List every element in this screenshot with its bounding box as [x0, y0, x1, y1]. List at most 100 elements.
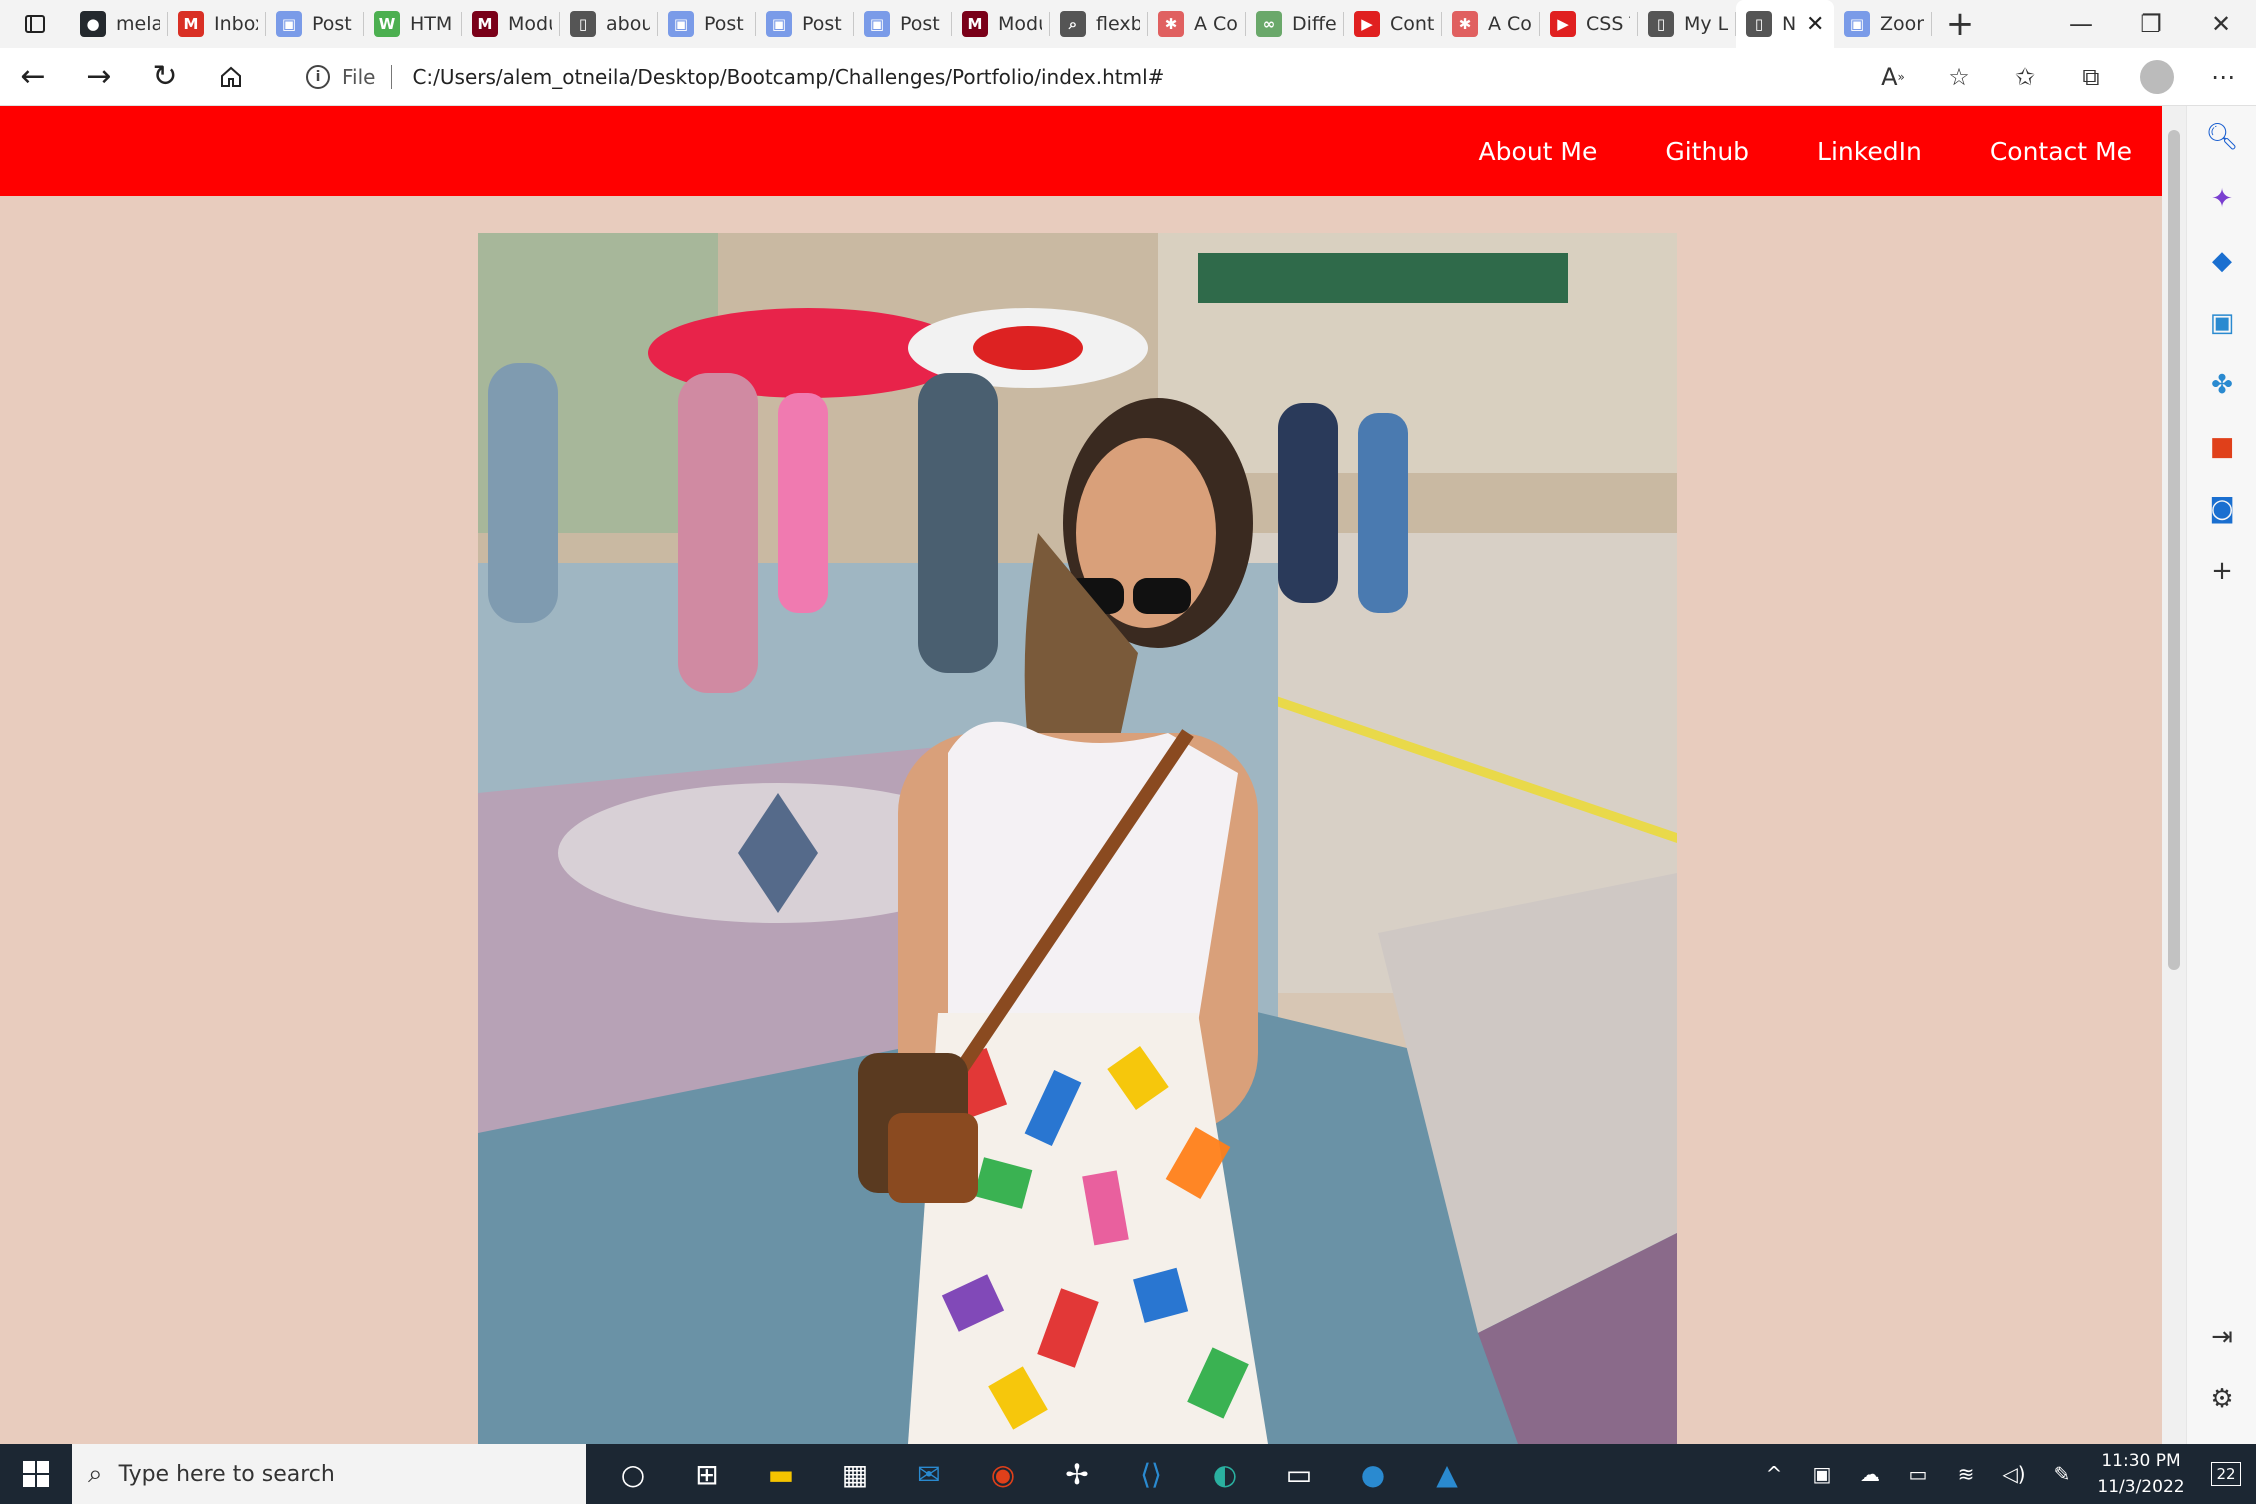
file-explorer-icon[interactable]: ▬: [744, 1444, 818, 1504]
copilot-icon[interactable]: ✦: [2187, 168, 2256, 230]
read-aloud-icon[interactable]: A»: [1860, 48, 1926, 106]
onedrive-icon[interactable]: ☁: [1846, 1444, 1894, 1504]
games-icon[interactable]: ✤: [2187, 354, 2256, 416]
meet-now-icon[interactable]: ▣: [1798, 1444, 1846, 1504]
notification-count: 22: [2211, 1462, 2241, 1486]
minimize-button[interactable]: —: [2046, 0, 2116, 48]
page-scrollbar[interactable]: [2162, 106, 2186, 1444]
close-window-button[interactable]: ✕: [2186, 0, 2256, 48]
add-sidebar-app-icon[interactable]: +: [2187, 540, 2256, 602]
tools-icon[interactable]: ▣: [2187, 292, 2256, 354]
battery-icon[interactable]: ▭: [1894, 1444, 1942, 1504]
photos-icon[interactable]: ▲: [1410, 1444, 1484, 1504]
zoom-icon: ▣: [1844, 11, 1870, 37]
shopping-icon[interactable]: ◆: [2187, 230, 2256, 292]
more-menu-icon[interactable]: ⋯: [2190, 48, 2256, 106]
volume-icon[interactable]: ◁): [1990, 1444, 2038, 1504]
link-icon: ∞: [1256, 11, 1282, 37]
system-tray: ^ ▣ ☁ ▭ ≋ ◁) ✎ 11:30 PM 11/3/2022 22: [1750, 1444, 2256, 1504]
browser-tab[interactable]: ▣ Zoon: [1834, 0, 1932, 48]
toolbar-right: A» ☆ ✩ ⧉ ⋯: [1860, 48, 2256, 106]
browser-tab[interactable]: ∞ Differ: [1246, 0, 1344, 48]
tab-strip: ● mela M Inbox ▣ Post W HTM M Modu ▯ abou ▣ Post ▣ Post…: [0, 0, 2256, 48]
home-button[interactable]: [198, 48, 264, 106]
site-nav: About Me Github LinkedIn Contact Me: [0, 106, 2162, 196]
profile-button[interactable]: [2124, 48, 2190, 106]
clock[interactable]: 11:30 PM 11/3/2022: [2086, 1448, 2196, 1500]
browser-tab[interactable]: ✱ A Co: [1148, 0, 1246, 48]
slack-icon[interactable]: ✢: [1040, 1444, 1114, 1504]
tab-label: Post: [704, 13, 744, 35]
edge-icon[interactable]: ◐: [1188, 1444, 1262, 1504]
address-scheme: File: [342, 65, 376, 89]
terminal-icon[interactable]: ▭: [1262, 1444, 1336, 1504]
tab-label: A Co: [1488, 13, 1532, 35]
new-tab-button[interactable]: +: [1932, 0, 1988, 48]
chevron-up-icon[interactable]: ^: [1750, 1444, 1798, 1504]
browser-tab[interactable]: ▶ CSS T: [1540, 0, 1638, 48]
tab-label: Post: [900, 13, 940, 35]
hide-sidebar-icon[interactable]: ⇥: [2187, 1306, 2256, 1368]
browser-tab[interactable]: ▯ abou: [560, 0, 658, 48]
address-bar[interactable]: i File C:/Users/alem_otneila/Desktop/Boo…: [282, 54, 1962, 100]
forward-button[interactable]: →: [66, 48, 132, 106]
browser-tab[interactable]: ⌕ flexb: [1050, 0, 1148, 48]
taskbar-search[interactable]: ⌕ Type here to search: [72, 1444, 586, 1504]
nav-link-about-me[interactable]: About Me: [1479, 137, 1598, 166]
nav-link-contact-me[interactable]: Contact Me: [1990, 137, 2132, 166]
tab-label: Modu: [508, 13, 552, 35]
office-icon[interactable]: ■: [2187, 416, 2256, 478]
browser-tab[interactable]: ▯ N ✕: [1736, 0, 1834, 48]
wifi-icon[interactable]: ≋: [1942, 1444, 1990, 1504]
nav-link-linkedin[interactable]: LinkedIn: [1817, 137, 1922, 166]
outlook-icon[interactable]: ◙: [2187, 478, 2256, 540]
address-url[interactable]: C:/Users/alem_otneila/Desktop/Bootcamp/C…: [412, 65, 1164, 89]
browser-tab[interactable]: ● mela: [70, 0, 168, 48]
close-tab-icon[interactable]: ✕: [1806, 12, 1824, 37]
restore-button[interactable]: ❐: [2116, 0, 2186, 48]
sidebar-settings-icon[interactable]: ⚙: [2187, 1368, 2256, 1430]
browser-toolbar: ← → ↻ i File C:/Users/alem_otneila/Deskt…: [0, 48, 2256, 106]
site-info-icon[interactable]: i: [306, 65, 330, 89]
chrome-icon[interactable]: ◉: [966, 1444, 1040, 1504]
browser-tab[interactable]: ✱ A Co: [1442, 0, 1540, 48]
window-controls: — ❐ ✕: [2046, 0, 2256, 48]
browser-tab[interactable]: ▣ Post: [658, 0, 756, 48]
collections-icon[interactable]: ⧉: [2058, 48, 2124, 106]
browser-tab[interactable]: M Modu: [952, 0, 1050, 48]
pen-icon[interactable]: ✎: [2038, 1444, 2086, 1504]
search-icon[interactable]: 🔍︎: [2187, 106, 2256, 168]
zoom-icon: ▣: [766, 11, 792, 37]
tab-label: N: [1782, 13, 1797, 35]
tab-actions-button[interactable]: [0, 0, 70, 48]
github-icon: ●: [80, 11, 106, 37]
notifications-button[interactable]: 22: [2196, 1444, 2256, 1504]
tab-label: Conti: [1390, 13, 1434, 35]
browser-tab[interactable]: ▶ Conti: [1344, 0, 1442, 48]
vscode-icon[interactable]: ⟨⟩: [1114, 1444, 1188, 1504]
browser-tab[interactable]: ▣ Post: [756, 0, 854, 48]
favorites-icon[interactable]: ✩: [1992, 48, 2058, 106]
browser-tab[interactable]: ▣ Post: [854, 0, 952, 48]
minnesota-icon: M: [962, 11, 988, 37]
scrollbar-thumb[interactable]: [2168, 130, 2180, 970]
cortana-icon[interactable]: ○: [596, 1444, 670, 1504]
clock-date: 11/3/2022: [2097, 1477, 2185, 1497]
back-button[interactable]: ←: [0, 48, 66, 106]
nav-link-github[interactable]: Github: [1665, 137, 1749, 166]
task-view-icon[interactable]: ⊞: [670, 1444, 744, 1504]
browser-tab[interactable]: M Modu: [462, 0, 560, 48]
profile-photo-image: [478, 233, 1677, 1444]
browser-tab[interactable]: W HTM: [364, 0, 462, 48]
tab-label: abou: [606, 13, 650, 35]
avatar: [2140, 60, 2174, 94]
store-icon[interactable]: ▦: [818, 1444, 892, 1504]
zoom-icon[interactable]: ●: [1336, 1444, 1410, 1504]
add-favorite-icon[interactable]: ☆: [1926, 48, 1992, 106]
refresh-button[interactable]: ↻: [132, 48, 198, 106]
browser-tab[interactable]: ▣ Post: [266, 0, 364, 48]
start-button[interactable]: [0, 1444, 72, 1504]
mail-icon[interactable]: ✉: [892, 1444, 966, 1504]
browser-tab[interactable]: M Inbox: [168, 0, 266, 48]
browser-tab[interactable]: ▯ My L: [1638, 0, 1736, 48]
